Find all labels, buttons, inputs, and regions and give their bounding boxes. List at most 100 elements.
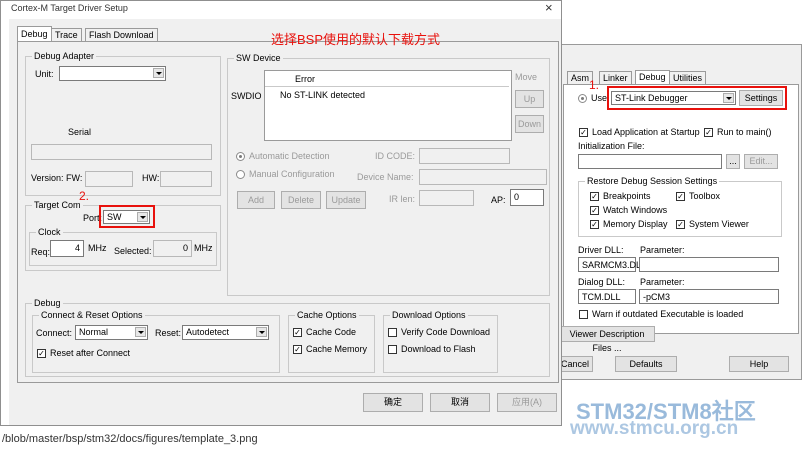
close-icon[interactable]: × xyxy=(545,0,553,15)
version-fw-label: Version: FW: xyxy=(31,173,83,183)
up-button[interactable]: Up xyxy=(515,90,544,108)
reset-select[interactable]: Autodetect xyxy=(182,325,269,340)
tab-utilities[interactable]: Utilities xyxy=(669,71,707,85)
marker-2: 2. xyxy=(79,189,90,203)
verify-code-label: Verify Code Download xyxy=(401,327,491,337)
tab-trace[interactable]: Trace xyxy=(51,28,82,42)
hw-input[interactable] xyxy=(160,171,212,187)
chevron-down-icon xyxy=(135,327,146,337)
debug-adapter-title: Debug Adapter xyxy=(32,51,97,61)
system-viewer-checkbox[interactable]: ✓ xyxy=(676,220,685,229)
debug-group-title: Debug xyxy=(32,298,63,308)
automatic-detection-radio[interactable] xyxy=(236,152,245,161)
system-viewer-label: System Viewer xyxy=(689,219,749,229)
tab-linker[interactable]: Linker xyxy=(599,71,632,85)
apply-button[interactable]: 应用(A) xyxy=(497,393,557,412)
help-button[interactable]: Help xyxy=(729,356,789,372)
selected-unit: MHz xyxy=(194,243,213,253)
dialog-parameter-input[interactable]: -pCM3 xyxy=(639,289,779,304)
swdio-label: SWDIO xyxy=(231,91,262,101)
ok-button[interactable]: 确定 xyxy=(363,393,423,412)
defaults-button[interactable]: Defaults xyxy=(615,356,677,372)
version-fw-input[interactable] xyxy=(85,171,133,187)
cache-code-checkbox[interactable]: ✓ xyxy=(293,328,302,337)
clock-title: Clock xyxy=(36,227,63,237)
dialog-title: Cortex-M Target Driver Setup xyxy=(11,3,128,13)
run-to-main-label: Run to main() xyxy=(717,127,772,137)
id-code-label: ID CODE: xyxy=(375,151,416,161)
cache-code-label: Cache Code xyxy=(306,327,357,337)
automatic-detection-label: Automatic Detection xyxy=(249,151,330,161)
run-to-main-checkbox[interactable]: ✓ xyxy=(704,128,713,137)
serial-input[interactable] xyxy=(31,144,212,160)
reset-after-connect-checkbox[interactable]: ✓ xyxy=(37,349,46,358)
watch-windows-checkbox[interactable]: ✓ xyxy=(590,206,599,215)
use-debugger-radio[interactable] xyxy=(578,94,587,103)
sw-device-row[interactable]: No ST-LINK detected xyxy=(280,90,365,100)
tab-debug[interactable]: Debug xyxy=(635,70,670,84)
down-button[interactable]: Down xyxy=(515,115,544,133)
dialog-dll-input[interactable]: TCM.DLL xyxy=(578,289,636,304)
update-button[interactable]: Update xyxy=(326,191,366,209)
tab-debug[interactable]: Debug xyxy=(17,26,52,42)
manual-configuration-radio[interactable] xyxy=(236,170,245,179)
device-name-label: Device Name: xyxy=(357,172,414,182)
selected-label: Selected: xyxy=(114,246,152,256)
memory-display-checkbox[interactable]: ✓ xyxy=(590,220,599,229)
chevron-down-icon xyxy=(256,327,267,337)
watermark-line2: www.stmcu.org.cn xyxy=(570,418,739,439)
dialog-parameter-label: Parameter: xyxy=(640,277,685,287)
id-code-input[interactable] xyxy=(419,148,510,164)
warn-outdated-checkbox[interactable] xyxy=(579,310,588,319)
delete-button[interactable]: Delete xyxy=(281,191,321,209)
driver-parameter-label: Parameter: xyxy=(640,245,685,255)
highlight-debugger xyxy=(607,86,787,110)
target-com-title: Target Com xyxy=(32,200,83,210)
ir-len-input[interactable] xyxy=(419,190,474,206)
load-application-checkbox[interactable]: ✓ xyxy=(579,128,588,137)
browse-button[interactable]: ... xyxy=(726,154,740,169)
connect-reset-title: Connect & Reset Options xyxy=(39,310,145,320)
breakpoints-checkbox[interactable]: ✓ xyxy=(590,192,599,201)
restore-group-title: Restore Debug Session Settings xyxy=(585,176,720,186)
highlight-port xyxy=(99,205,155,228)
cache-memory-checkbox[interactable]: ✓ xyxy=(293,345,302,354)
verify-code-checkbox[interactable] xyxy=(388,328,397,337)
dialog-dll-label: Dialog DLL: xyxy=(578,277,626,287)
connect-select[interactable]: Normal xyxy=(75,325,148,340)
edit-button[interactable]: Edit... xyxy=(744,154,778,169)
error-column-label: Error xyxy=(295,74,315,84)
connect-label: Connect: xyxy=(36,328,73,338)
req-input[interactable]: 4 xyxy=(50,240,84,257)
breakpoints-label: Breakpoints xyxy=(603,191,651,201)
watch-windows-label: Watch Windows xyxy=(603,205,668,215)
load-application-label: Load Application at Startup xyxy=(592,127,700,137)
manual-configuration-label: Manual Configuration xyxy=(249,169,335,179)
req-label: Req: xyxy=(31,247,51,257)
unit-select[interactable] xyxy=(59,66,166,81)
marker-1: 1. xyxy=(589,78,600,92)
options-dialog: Asm Linker Debug Utilities Use: ST-Link … xyxy=(557,44,802,380)
unit-label: Unit: xyxy=(35,69,54,79)
status-url[interactable]: /blob/master/bsp/stm32/docs/figures/temp… xyxy=(2,433,258,445)
driver-setup-dialog: Cortex-M Target Driver Setup × Debug Tra… xyxy=(0,0,562,426)
cancel-button[interactable]: 取消 xyxy=(430,393,490,412)
viewer-description-button[interactable]: Viewer Description Files ... xyxy=(559,326,655,353)
download-flash-checkbox[interactable] xyxy=(388,345,397,354)
tab-flash-download[interactable]: Flash Download xyxy=(85,28,158,42)
init-file-input[interactable] xyxy=(578,154,722,169)
reset-value: Autodetect xyxy=(186,327,230,337)
download-flash-label: Download to Flash xyxy=(401,344,476,354)
cancel-button[interactable]: Cancel xyxy=(557,356,593,372)
add-button[interactable]: Add xyxy=(237,191,275,209)
driver-parameter-input[interactable] xyxy=(639,257,779,272)
cache-memory-label: Cache Memory xyxy=(306,344,368,354)
ap-input[interactable]: 0 xyxy=(510,189,544,206)
device-name-input[interactable] xyxy=(419,169,547,185)
annotation-text: 选择BSP使用的默认下载方式 xyxy=(271,32,441,47)
driver-dll-input[interactable]: SARMCM3.DLL xyxy=(578,257,646,272)
ap-label: AP: xyxy=(491,195,506,205)
toolbox-checkbox[interactable]: ✓ xyxy=(676,192,685,201)
req-unit: MHz xyxy=(88,243,107,253)
toolbox-label: Toolbox xyxy=(689,191,721,201)
